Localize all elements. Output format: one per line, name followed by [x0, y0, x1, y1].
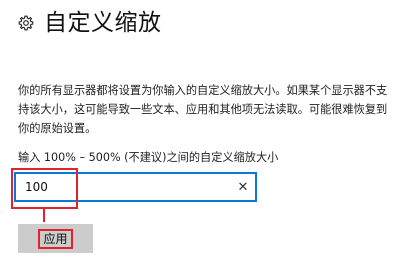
page-header: 自定义缩放: [18, 6, 162, 40]
page-title: 自定义缩放: [44, 9, 162, 36]
gear-icon: [18, 15, 34, 31]
annotation-connector: [43, 209, 45, 222]
custom-scaling-page: 自定义缩放 你的所有显示器都将设置为你输入的自定义缩放大小。如果某个显示器不支持…: [0, 0, 409, 269]
close-icon[interactable]: ✕: [231, 174, 255, 200]
apply-button[interactable]: 应用: [18, 224, 93, 253]
apply-button-label: 应用: [38, 228, 73, 249]
annotation-highlight-box: [11, 168, 78, 209]
warning-description: 你的所有显示器都将设置为你输入的自定义缩放大小。如果某个显示器不支持该大小，这可…: [18, 84, 388, 135]
scale-field-label: 输入 100% – 500% (不建议)之间的自定义缩放大小: [18, 151, 279, 164]
